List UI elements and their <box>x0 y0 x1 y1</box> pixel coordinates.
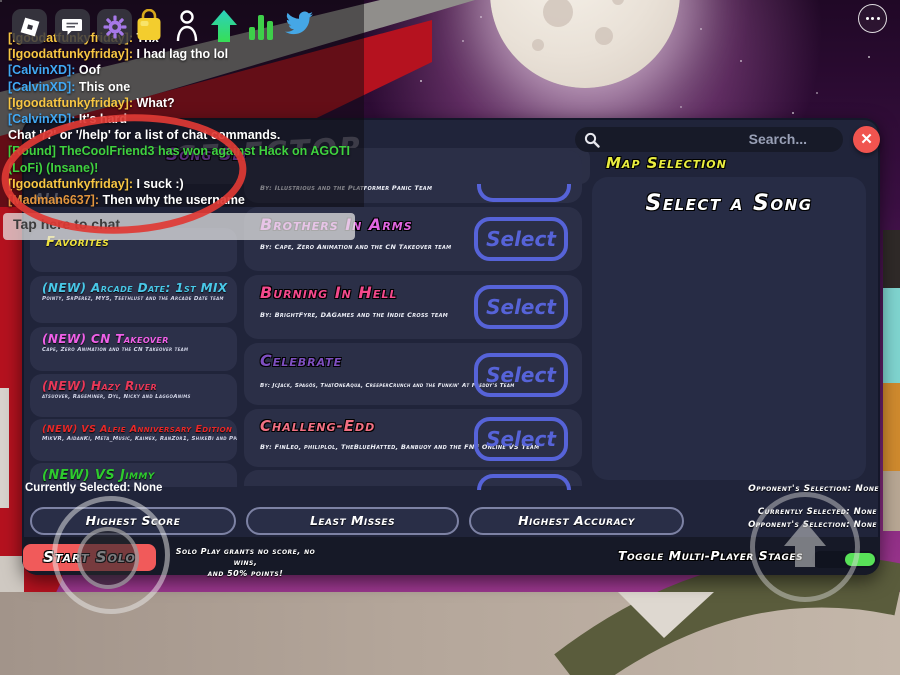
list-item-vs-alfie[interactable]: (NEW) VS Alfie Anniversary Edition MikVR… <box>30 419 237 461</box>
currently-selected-status: Currently Selected: None <box>25 482 163 494</box>
song-card-title: Challeng-Edd <box>260 417 376 435</box>
twitter-bird-icon[interactable] <box>283 10 315 38</box>
building-edge-orange <box>883 383 900 471</box>
avatar-dummy-icon[interactable] <box>171 8 203 44</box>
red-circle-annotation <box>1 114 247 234</box>
list-item-cn-takeover[interactable]: (NEW) CN Takeover Cape, Zero Animation a… <box>30 327 237 371</box>
map-selection-title: Map Selection <box>606 154 727 172</box>
song-card-celebrate: Celebrate By: JcJack, Spagös, ThatOneAqu… <box>244 343 582 405</box>
map-selection-box: Select a Song <box>592 177 866 480</box>
select-button-partial[interactable] <box>477 184 571 202</box>
building-edge-teal <box>883 288 900 383</box>
list-item-title: (NEW) VS Jimmy <box>42 468 155 483</box>
more-options-icon[interactable] <box>858 4 887 33</box>
search-placeholder: Search... <box>748 131 807 147</box>
screen: SONG SELECTOR ALL Song Selection Map Sel… <box>0 0 900 675</box>
jump-button[interactable] <box>750 492 860 602</box>
close-button[interactable]: ✕ <box>853 126 880 153</box>
select-button-partial[interactable] <box>477 474 571 490</box>
select-button[interactable]: Select <box>474 217 568 261</box>
list-item-subtitle: atsuover, Rageminer, Dyl, Nicky and Lagg… <box>42 394 191 400</box>
boost-arrow-icon[interactable] <box>209 8 239 44</box>
song-card-title: Burning In Hell <box>260 283 398 302</box>
opponent-selection-status: Opponent's Selection: None <box>748 484 879 494</box>
song-card-subtitle: By: BrightFyre, DAGames and the Indie Cr… <box>260 311 449 319</box>
search-icon <box>584 132 600 148</box>
settings-gear-icon[interactable] <box>97 9 132 44</box>
building-edge-dark <box>883 230 900 288</box>
select-button[interactable]: Select <box>474 285 568 329</box>
list-item-subtitle: Pointy, SrPerez, MY5, Teethlust and the … <box>42 296 224 302</box>
list-item-title: (NEW) CN Takeover <box>42 332 169 346</box>
search-input[interactable]: Search... <box>575 127 843 152</box>
roblox-menu-icon[interactable] <box>12 9 47 44</box>
chat-username: [Igoodatfunkyfriday]: <box>8 47 133 62</box>
chat-username: [CalvinXD]: <box>8 79 76 94</box>
solo-note: Solo Play grants no score, no wins, and … <box>175 547 316 578</box>
sort-highest-accuracy-button[interactable]: Highest Accuracy <box>469 507 684 535</box>
shop-bag-icon[interactable] <box>133 7 165 43</box>
song-card-subtitle: By: Cape, Zero Animation and the CN Take… <box>260 243 452 251</box>
map-empty-state: Select a Song <box>645 191 813 216</box>
list-item-subtitle: MikVR, AidanKi, Meta_Music, Kaimex, RanZ… <box>42 436 237 442</box>
list-item-title: (NEW) Arcade Date: 1st MIX <box>42 281 228 295</box>
select-button[interactable]: Select <box>474 417 568 461</box>
rooftop-triangle <box>618 592 714 638</box>
chat-username: [Igoodatfunkyfriday]: <box>8 95 133 110</box>
sort-least-misses-button[interactable]: Least Misses <box>246 507 459 535</box>
building-edge-tan <box>883 471 900 531</box>
list-item-title: (NEW) VS Alfie Anniversary Edition <box>42 424 233 435</box>
joystick-thumb[interactable] <box>77 527 139 589</box>
list-item-arcade-date[interactable]: (NEW) Arcade Date: 1st MIX Pointy, SrPer… <box>30 276 237 323</box>
flag-white-stripe <box>0 388 9 508</box>
jump-arrow-icon <box>784 521 826 567</box>
song-card-title: Celebrate <box>260 351 343 370</box>
leaderboard-chart-icon[interactable] <box>247 10 275 42</box>
song-card-burning-in-hell: Burning In Hell By: BrightFyre, DAGames … <box>244 275 582 339</box>
list-item-title: (NEW) Hazy River <box>42 379 158 393</box>
chat-toggle-icon[interactable] <box>55 9 90 44</box>
chat-username: [CalvinXD]: <box>8 63 76 78</box>
list-item-subtitle: Cape, Zero Animation and the CN Takeover… <box>42 347 189 353</box>
select-button[interactable]: Select <box>474 353 568 397</box>
song-card-challeng-edd: Challeng-Edd By: FinLeo, philiplol, TheB… <box>244 409 582 467</box>
list-item-hazy-river[interactable]: (NEW) Hazy River atsuover, Rageminer, Dy… <box>30 374 237 417</box>
